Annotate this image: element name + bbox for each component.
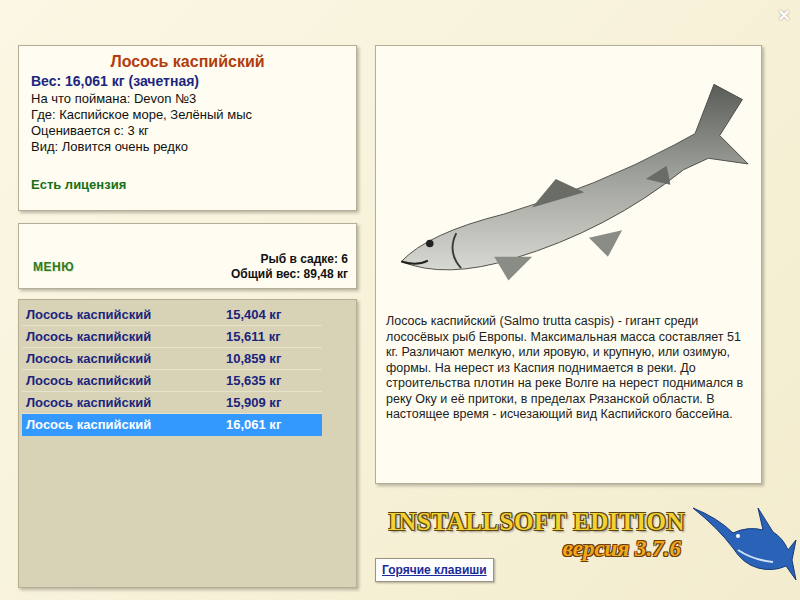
catch-row[interactable]: Лосось каспийский15,635 кг <box>22 370 322 392</box>
fish-title: Лосось каспийский <box>31 52 344 71</box>
info-line: Вид: Ловится очень редко <box>31 139 344 155</box>
catch-name: Лосось каспийский <box>26 307 226 322</box>
catch-screen: ×Лосось каспийскийВес: 16,061 кг (зачетн… <box>0 0 800 600</box>
right-column: Лосось каспийский (Salmo trutta caspis) … <box>375 45 762 588</box>
catch-row[interactable]: Лосось каспийский15,909 кг <box>22 392 322 414</box>
catch-row[interactable]: Лосось каспийский16,061 кг <box>22 414 322 436</box>
catch-name: Лосось каспийский <box>26 417 226 432</box>
fish-description: Лосось каспийский (Salmo trutta caspis) … <box>386 314 753 423</box>
menu-button[interactable]: МЕНЮ <box>33 260 74 282</box>
catch-name: Лосось каспийский <box>26 329 226 344</box>
fish-image <box>386 56 753 306</box>
keepnet-panel: МЕНЮ Рыб в садке: 6Общий вес: 89,48 кг <box>18 223 357 289</box>
fish-info-panel: Лосось каспийскийВес: 16,061 кг (зачетна… <box>18 45 357 211</box>
fish-count: Рыб в садке: 6 <box>231 252 348 267</box>
catch-weight: 15,635 кг <box>226 373 318 388</box>
catch-name: Лосось каспийский <box>26 395 226 410</box>
fish-description-panel: Лосось каспийский (Salmo trutta caspis) … <box>375 45 762 484</box>
marlin-icon <box>688 488 798 588</box>
catch-row[interactable]: Лосось каспийский15,404 кг <box>22 304 322 326</box>
catch-list: Лосось каспийский15,404 кгЛосось каспийс… <box>18 299 357 588</box>
catch-weight: 15,404 кг <box>226 307 318 322</box>
fish-weight: Вес: 16,061 кг (зачетная) <box>31 71 344 91</box>
logo-version: версия 3.7.6 <box>563 536 681 562</box>
catch-name: Лосось каспийский <box>26 351 226 366</box>
catch-weight: 15,909 кг <box>226 395 318 410</box>
info-line: Оценивается с: 3 кг <box>31 123 344 139</box>
catch-row[interactable]: Лосось каспийский10,859 кг <box>22 348 322 370</box>
catch-weight: 16,061 кг <box>226 417 318 432</box>
left-column: Лосось каспийскийВес: 16,061 кг (зачетна… <box>18 45 357 588</box>
edition-logo: INSTALLSOFT EDITIONверсия 3.7.6 <box>375 494 685 562</box>
license-label: Есть лицензия <box>31 177 344 202</box>
info-line: На что поймана: Devon №3 <box>31 91 344 107</box>
keepnet-stats: Рыб в садке: 6Общий вес: 89,48 кг <box>231 252 348 282</box>
bottom-area: INSTALLSOFT EDITIONверсия 3.7.6Горячие к… <box>375 494 762 588</box>
info-line: Где: Каспийское море, Зелёный мыс <box>31 107 344 123</box>
logo-title: INSTALLSOFT EDITION <box>388 508 685 536</box>
catch-weight: 15,611 кг <box>226 329 318 344</box>
hotkeys-button[interactable]: Горячие клавиши <box>375 558 494 582</box>
catch-name: Лосось каспийский <box>26 373 226 388</box>
catch-row[interactable]: Лосось каспийский15,611 кг <box>22 326 322 348</box>
total-weight: Общий вес: 89,48 кг <box>231 267 348 282</box>
close-button[interactable]: × <box>778 4 790 27</box>
salmon-icon <box>390 61 750 301</box>
catch-weight: 10,859 кг <box>226 351 318 366</box>
